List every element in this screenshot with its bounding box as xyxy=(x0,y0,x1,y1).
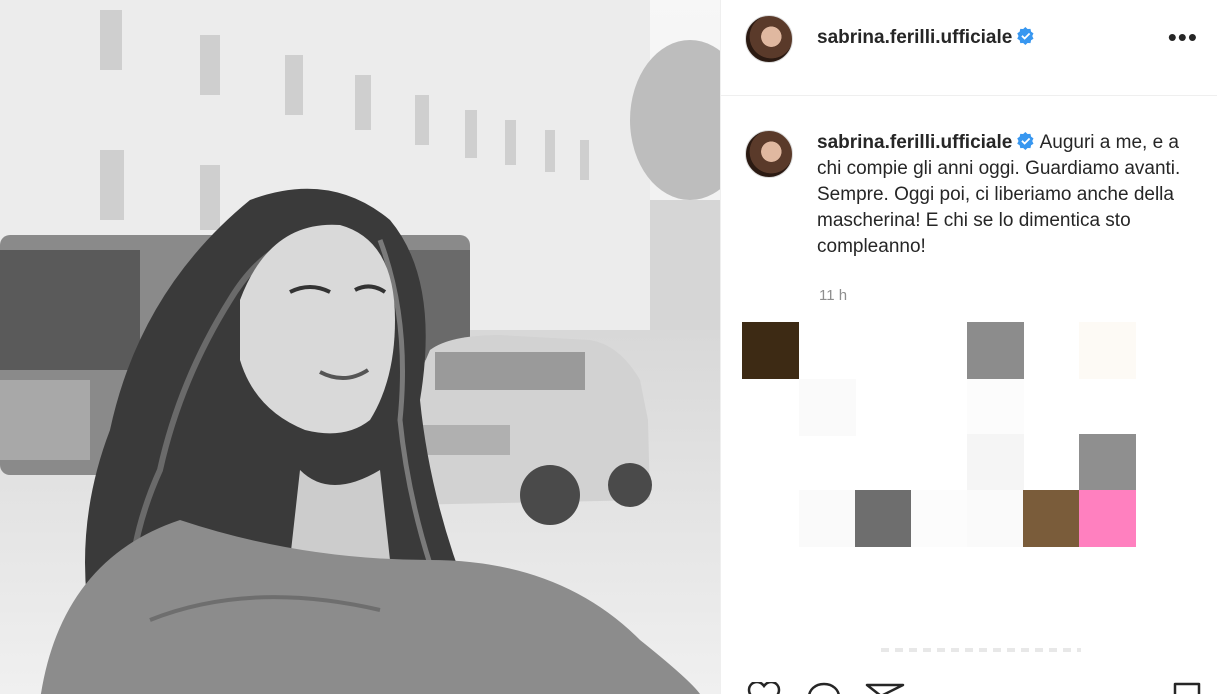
mosaic-tile xyxy=(799,379,856,436)
pixel-mosaic xyxy=(742,322,1136,547)
mosaic-tile xyxy=(967,379,1024,436)
comment-icon[interactable] xyxy=(807,682,841,694)
photo-image xyxy=(0,0,720,694)
avatar[interactable] xyxy=(745,15,793,63)
post-panel: sabrina.ferilli.ufficiale ••• sabrina.fe… xyxy=(720,0,1217,694)
mosaic-tile xyxy=(911,490,968,547)
timestamp[interactable]: 11 h xyxy=(819,287,847,304)
mosaic-tile xyxy=(967,322,1024,379)
mosaic-tile xyxy=(967,434,1024,491)
save-icon[interactable] xyxy=(1172,682,1202,694)
verified-badge-icon xyxy=(1017,132,1034,150)
mosaic-tile xyxy=(1079,322,1136,379)
mosaic-tile xyxy=(799,490,856,547)
post-photo[interactable] xyxy=(0,0,720,694)
mosaic-tile xyxy=(967,490,1024,547)
username-link[interactable]: sabrina.ferilli.ufficiale xyxy=(817,27,1035,49)
verified-badge-icon xyxy=(1017,27,1034,45)
mosaic-tile xyxy=(1023,490,1080,547)
share-icon[interactable] xyxy=(865,682,905,694)
caption-username[interactable]: sabrina.ferilli.ufficiale xyxy=(817,132,1012,153)
post-header: sabrina.ferilli.ufficiale ••• xyxy=(721,0,1217,96)
heart-icon[interactable] xyxy=(747,682,781,694)
mosaic-tile xyxy=(1079,434,1136,491)
caption-text: sabrina.ferilli.ufficiale Auguri a me, e… xyxy=(817,130,1187,260)
username-text: sabrina.ferilli.ufficiale xyxy=(817,27,1013,48)
mosaic-tile xyxy=(1079,490,1136,547)
caption-avatar[interactable] xyxy=(745,130,793,178)
mosaic-tile xyxy=(855,490,912,547)
more-horizontal-icon[interactable]: ••• xyxy=(1168,24,1198,50)
action-bar xyxy=(721,652,1217,694)
mosaic-tile xyxy=(742,322,799,379)
